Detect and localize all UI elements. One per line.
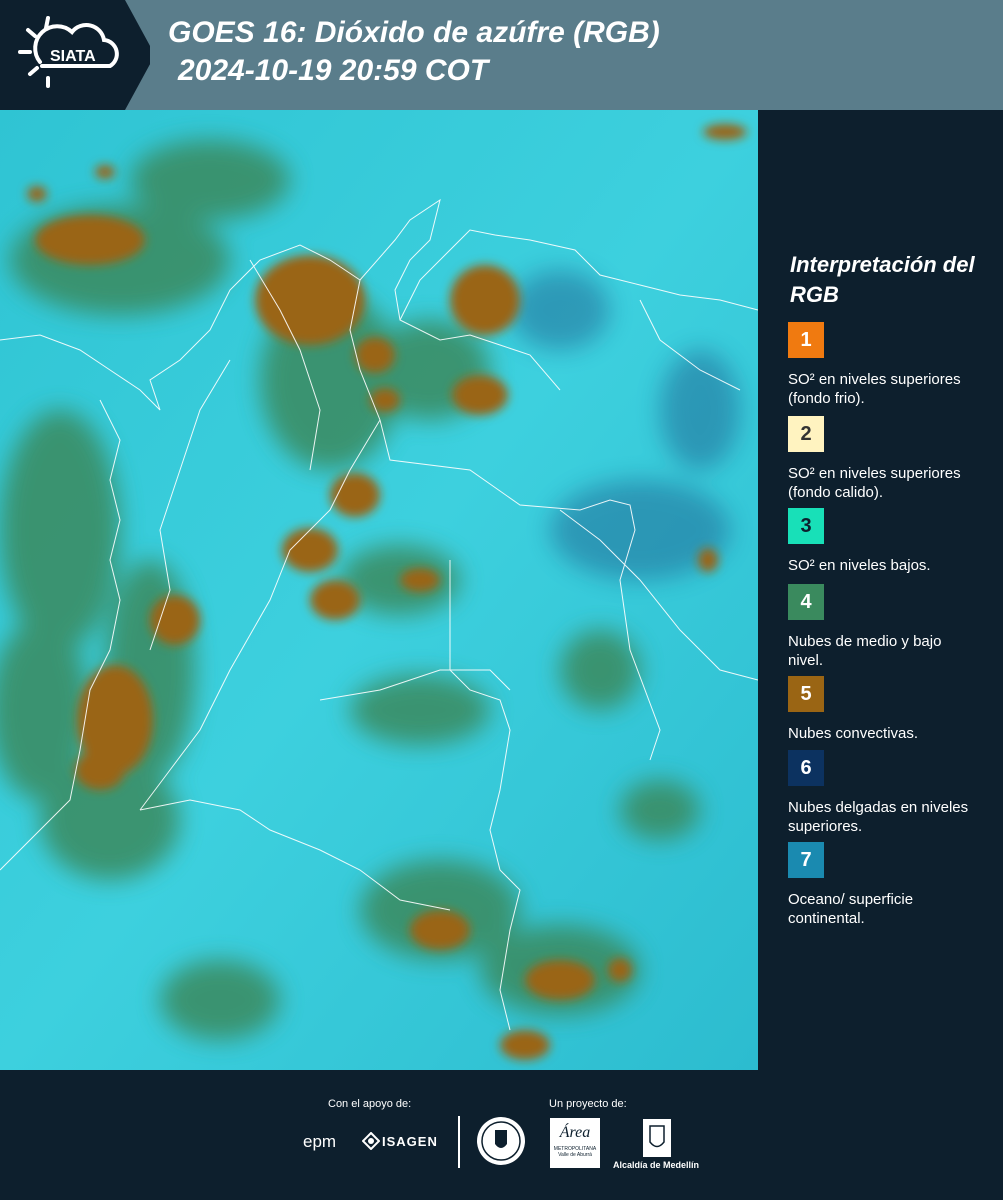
alcaldia-shield (642, 1118, 672, 1163)
legend-item-2: 2 SO² en niveles superiores (fondo calid… (788, 416, 998, 502)
legend-swatch-7: 7 (788, 842, 824, 878)
legend-item-3: 3 SO² en niveles bajos. (788, 508, 998, 575)
title-line-1: GOES 16: Dióxido de azúfre (RGB) (168, 16, 660, 49)
area-logo-title: Área (559, 1124, 591, 1141)
siata-logo-text: SIATA (50, 48, 96, 65)
legend-swatch-2: 2 (788, 416, 824, 452)
isagen-logo-text: ISAGEN (382, 1134, 438, 1149)
page-title: GOES 16: Dióxido de azúfre (RGB) 2024-10… (168, 14, 660, 90)
legend-swatch-6: 6 (788, 750, 824, 786)
support-label: Con el apoyo de: (328, 1098, 412, 1110)
legend-label-7: Oceano/ superficie continental. (788, 891, 914, 927)
isagen-mark-icon (361, 1131, 381, 1151)
legend-label-4: Nubes de medio y bajo nivel. (788, 633, 942, 669)
project-label: Un proyecto de: (549, 1098, 627, 1110)
legend-label-6: Nubes delgadas en niveles superiores. (788, 799, 969, 835)
legend-label-5: Nubes convectivas. (788, 725, 919, 742)
header-bar: SIATA GOES 16: Dióxido de azúfre (RGB) 2… (0, 0, 1003, 110)
legend-item-6: 6 Nubes delgadas en niveles superiores. (788, 750, 998, 836)
area-metropolitana-logo: Área METROPOLITANA Valle de Aburrá (550, 1118, 600, 1168)
legend-item-5: 5 Nubes convectivas. (788, 676, 998, 743)
alcaldia-label: Alcaldía de Medellín (613, 1160, 700, 1170)
legend-label-2: SO² en niveles superiores (fondo calido)… (788, 465, 961, 501)
area-logo-tagline: Valle de Aburrá (558, 1152, 592, 1158)
legend-label-3: SO² en niveles bajos. (788, 557, 931, 574)
satellite-map (0, 110, 758, 1070)
legend-swatch-4: 4 (788, 584, 824, 620)
isagen-logo (361, 1131, 381, 1155)
legend-item-1: 1 SO² en niveles superiores (fondo frio)… (788, 322, 998, 408)
title-line-2: 2024-10-19 20:59 COT (178, 54, 489, 87)
legend-swatch-3: 3 (788, 508, 824, 544)
footer-divider (458, 1116, 460, 1168)
legend-swatch-1: 1 (788, 322, 824, 358)
legend-item-4: 4 Nubes de medio y bajo nivel. (788, 584, 998, 670)
legend-title: Interpretación del RGB (790, 252, 975, 307)
legend-panel: Interpretación del RGB 1 SO² en niveles … (758, 110, 1003, 1070)
legend-label-1: SO² en niveles superiores (fondo frio). (788, 371, 961, 407)
siata-logo: SIATA (0, 0, 150, 110)
legend-swatch-5: 5 (788, 676, 824, 712)
medellin-seal (476, 1116, 526, 1171)
epm-logo: epm (303, 1132, 337, 1151)
footer: Con el apoyo de: Un proyecto de: epm ISA… (0, 1070, 1003, 1200)
legend-item-7: 7 Oceano/ superficie continental. (788, 842, 998, 928)
